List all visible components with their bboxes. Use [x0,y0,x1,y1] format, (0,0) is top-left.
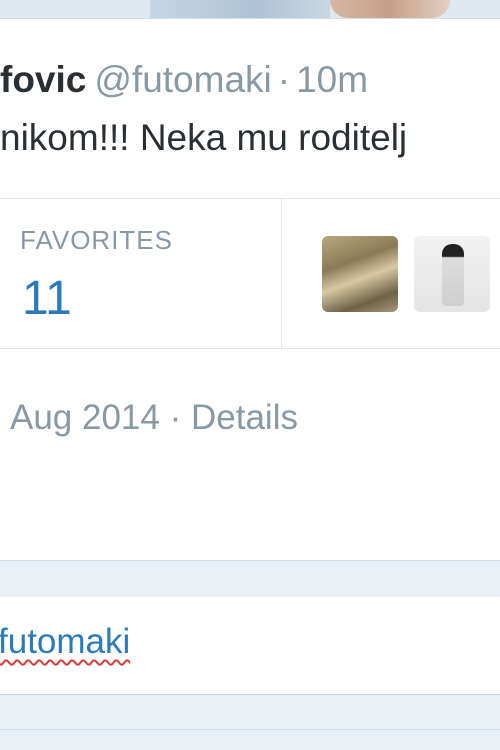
tweet-date-line: Aug 2014 · Details [10,398,298,438]
tweet-date: Aug 2014 [10,398,160,437]
favorites-label[interactable]: FAVORITES [20,225,173,256]
avatar-figure [442,244,464,306]
header-photo-right [330,0,450,18]
date-separator: · [169,398,182,437]
stats-divider [281,199,282,348]
divider [0,729,500,730]
reply-input-text[interactable]: futomaki [0,622,130,662]
tweet-stats: FAVORITES 11 [0,198,500,349]
tweet-text: nikom!!! Neka mu roditelj [0,117,408,158]
reply-area-bottom [0,695,500,750]
tweet-separator: · [277,59,291,100]
reply-area-top [0,560,500,598]
tweet-header: fovic @futomaki · 10m [0,55,368,105]
details-link[interactable]: Details [191,398,298,437]
header-photo-strip [0,0,500,19]
tweet-timestamp[interactable]: 10m [296,59,368,100]
tweet-author-handle[interactable]: @futomaki [94,59,271,100]
tweet-author-name[interactable]: fovic [0,59,86,100]
favoriter-avatar[interactable] [414,236,490,312]
favoriter-avatar[interactable] [322,236,398,312]
favorites-count[interactable]: 11 [22,271,72,326]
header-photo-left [150,0,330,18]
